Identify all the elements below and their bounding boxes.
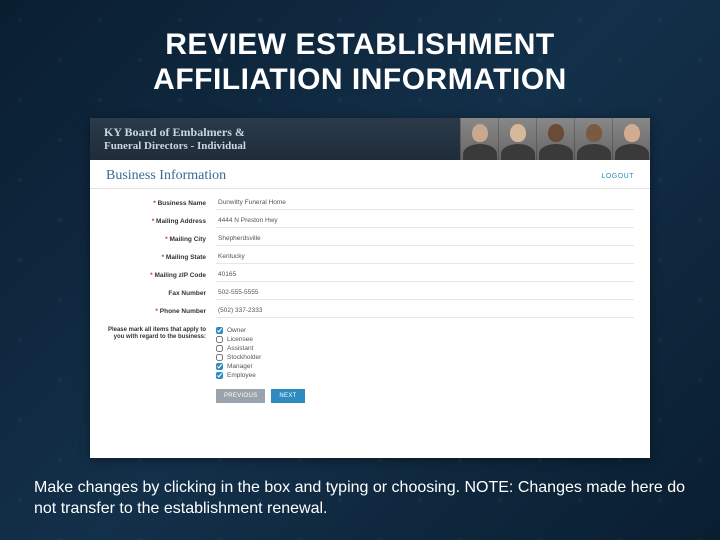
previous-button[interactable]: PREVIOUS <box>216 389 265 403</box>
checkbox-owner-label: Owner <box>227 327 246 334</box>
checkbox-stockholder-label: Stockholder <box>227 354 261 361</box>
input-mailing-address[interactable]: 4444 N Preston Hwy <box>216 214 634 228</box>
checkbox-employee[interactable]: Employee <box>216 372 634 379</box>
input-business-name[interactable]: Dunwitty Funeral Home <box>216 196 634 210</box>
brand-line-2: Funeral Directors - Individual <box>104 140 246 153</box>
input-fax[interactable]: 502-555-5555 <box>216 286 634 300</box>
portrait-1 <box>460 118 498 160</box>
label-phone: Phone Number <box>106 308 216 315</box>
label-fax: Fax Number <box>106 290 216 297</box>
section-bar: Business Information LOGOUT <box>90 160 650 189</box>
title-line-2: AFFILIATION INFORMATION <box>0 63 720 98</box>
checkbox-owner[interactable]: Owner <box>216 327 634 334</box>
portrait-2 <box>498 118 536 160</box>
label-mailing-city: Mailing City <box>106 236 216 243</box>
checkbox-assistant[interactable]: Assistant <box>216 345 634 352</box>
checkbox-employee-label: Employee <box>227 372 256 379</box>
button-row: PREVIOUS NEXT <box>106 389 634 403</box>
checkbox-manager-input[interactable] <box>216 363 223 370</box>
portrait-4 <box>574 118 612 160</box>
embedded-screenshot: KY Board of Embalmers & Funeral Director… <box>90 118 650 458</box>
app-header: KY Board of Embalmers & Funeral Director… <box>90 118 650 160</box>
label-mailing-address: Mailing Address <box>106 218 216 225</box>
input-phone[interactable]: (502) 337-2333 <box>216 304 634 318</box>
section-title: Business Information <box>106 168 226 184</box>
checkbox-stockholder[interactable]: Stockholder <box>216 354 634 361</box>
checkbox-group: Owner Licensee Assistant Stockholder Man… <box>216 325 634 379</box>
header-photos <box>460 118 650 160</box>
slide-caption: Make changes by clicking in the box and … <box>34 478 686 520</box>
checkbox-assistant-label: Assistant <box>227 345 253 352</box>
checkbox-assistant-input[interactable] <box>216 345 223 352</box>
checkbox-employee-input[interactable] <box>216 372 223 379</box>
label-mailing-zip: Mailing zIP Code <box>106 272 216 279</box>
logout-link[interactable]: LOGOUT <box>601 173 634 180</box>
portrait-5 <box>612 118 650 160</box>
checkbox-stockholder-input[interactable] <box>216 354 223 361</box>
checkbox-licensee[interactable]: Licensee <box>216 336 634 343</box>
next-button[interactable]: NEXT <box>271 389 304 403</box>
input-mailing-city[interactable]: Shepherdsville <box>216 232 634 246</box>
form-area: Business Name Dunwitty Funeral Home Mail… <box>90 189 650 411</box>
portrait-3 <box>536 118 574 160</box>
label-mailing-state: Mailing State <box>106 254 216 261</box>
checkbox-licensee-label: Licensee <box>227 336 253 343</box>
brand: KY Board of Embalmers & Funeral Director… <box>104 125 246 153</box>
select-mailing-state[interactable]: Kentucky <box>216 250 634 264</box>
checkbox-manager-label: Manager <box>227 363 253 370</box>
title-line-1: REVIEW ESTABLISHMENT <box>0 28 720 63</box>
checkbox-licensee-input[interactable] <box>216 336 223 343</box>
checkbox-prompt: Please mark all items that apply to you … <box>106 325 216 341</box>
input-mailing-zip[interactable]: 40165 <box>216 268 634 282</box>
checkbox-owner-input[interactable] <box>216 327 223 334</box>
brand-line-1: KY Board of Embalmers & <box>104 125 246 139</box>
checkbox-manager[interactable]: Manager <box>216 363 634 370</box>
label-business-name: Business Name <box>106 200 216 207</box>
slide-title: REVIEW ESTABLISHMENT AFFILIATION INFORMA… <box>0 28 720 97</box>
